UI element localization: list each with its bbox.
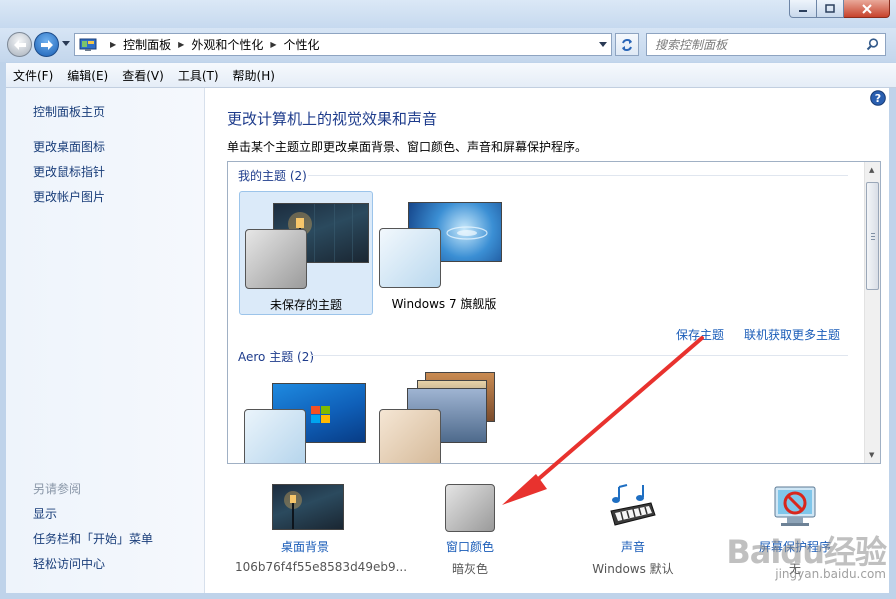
desktop-background-value: 106b76f4f55e8583d49eb9...: [235, 560, 408, 574]
main-content: ? 更改计算机上的视觉效果和声音 单击某个主题立即更改桌面背景、窗口颜色、声音和…: [205, 88, 889, 593]
recent-pages-dropdown-icon[interactable]: [62, 41, 70, 47]
see-also-heading: 另请参阅: [33, 482, 82, 496]
screen-saver-value: 无: [788, 562, 801, 576]
get-more-themes-link[interactable]: 联机获取更多主题: [744, 326, 840, 343]
window-color-label[interactable]: 窗口颜色: [410, 538, 530, 555]
desktop-background-label[interactable]: 桌面背景: [245, 538, 365, 555]
help-icon[interactable]: ?: [870, 90, 886, 106]
screen-saver-label[interactable]: 屏幕保护程序: [735, 538, 855, 555]
title-bar: [0, 0, 896, 28]
theme-list-scrollbar[interactable]: ▲ ▼: [864, 162, 880, 463]
maximize-icon: [825, 4, 835, 13]
window-color-swatch: [244, 409, 306, 463]
window-color-value: 暗灰色: [451, 562, 488, 576]
see-also-taskbar[interactable]: 任务栏和「开始」菜单: [33, 530, 153, 547]
forward-arrow-icon: [40, 39, 53, 50]
breadcrumb-separator-icon[interactable]: ▶: [178, 40, 184, 49]
refresh-icon: [622, 38, 632, 51]
page-title: 更改计算机上的视觉效果和声音: [227, 110, 438, 128]
menu-help[interactable]: 帮助(H): [226, 67, 282, 84]
maximize-button[interactable]: [817, 0, 844, 18]
menu-edit[interactable]: 编辑(E): [60, 67, 115, 84]
theme-list: 我的主题 (2) 未保存的主题 Windows 7 旗舰版 保存主题 联机获取更…: [227, 161, 881, 464]
window-color-swatch: [245, 229, 307, 289]
group-divider: [308, 175, 848, 176]
theme-unsaved[interactable]: 未保存的主题: [239, 191, 373, 315]
svg-text:?: ?: [875, 92, 881, 105]
scroll-down-arrow-icon[interactable]: ▼: [869, 451, 874, 459]
sidebar-link-desktop-icons[interactable]: 更改桌面图标: [33, 138, 105, 155]
navigation-bar: ▶ 控制面板 ▶ 外观和个性化 ▶ 个性化: [0, 28, 896, 62]
scroll-thumb[interactable]: [866, 182, 879, 290]
theme-aero-windows7[interactable]: [239, 372, 373, 463]
theme-label: 未保存的主题: [269, 298, 342, 312]
search-box[interactable]: [646, 33, 886, 56]
close-button[interactable]: [844, 0, 890, 18]
window-color-icon: [445, 484, 495, 532]
screen-saver-icon: [774, 486, 816, 526]
window-color-swatch: [379, 228, 441, 288]
breadcrumb-separator-icon[interactable]: ▶: [270, 40, 276, 49]
sidebar-link-mouse-pointers[interactable]: 更改鼠标指针: [33, 163, 105, 180]
address-bar[interactable]: ▶ 控制面板 ▶ 外观和个性化 ▶ 个性化: [74, 33, 612, 56]
sounds-icon: [610, 484, 656, 526]
sidebar-link-account-picture[interactable]: 更改帐户图片: [33, 188, 105, 205]
sounds-value: Windows 默认: [592, 562, 674, 576]
breadcrumb-separator-icon[interactable]: ▶: [110, 40, 116, 49]
menu-view[interactable]: 查看(V): [115, 67, 171, 84]
desktop-background-icon: [272, 484, 344, 530]
breadcrumb-appearance[interactable]: 外观和个性化: [191, 36, 263, 53]
search-input[interactable]: [653, 36, 866, 53]
menu-bar: 文件(F) 编辑(E) 查看(V) 工具(T) 帮助(H): [6, 63, 896, 88]
theme-aero-slideshow[interactable]: [377, 372, 511, 463]
breadcrumb-control-panel[interactable]: 控制面板: [123, 36, 171, 53]
back-button[interactable]: [7, 32, 32, 57]
group-divider: [310, 355, 848, 356]
window-color-swatch: [379, 409, 441, 463]
forward-button[interactable]: [34, 32, 59, 57]
refresh-button[interactable]: [615, 33, 639, 56]
save-theme-link[interactable]: 保存主题: [676, 326, 724, 343]
menu-tools[interactable]: 工具(T): [171, 67, 226, 84]
minimize-button[interactable]: [789, 0, 817, 18]
aero-themes-header: Aero 主题 (2): [238, 350, 315, 364]
sounds-label[interactable]: 声音: [573, 538, 693, 555]
page-description: 单击某个主题立即更改桌面背景、窗口颜色、声音和屏幕保护程序。: [227, 140, 588, 154]
control-panel-icon: [79, 38, 97, 51]
scroll-up-arrow-icon[interactable]: ▲: [869, 166, 874, 174]
my-themes-header: 我的主题 (2): [238, 169, 307, 183]
close-icon: [861, 3, 872, 14]
menu-file[interactable]: 文件(F): [6, 67, 60, 84]
sidebar: 控制面板主页 更改桌面图标 更改鼠标指针 更改帐户图片 另请参阅 显示 任务栏和…: [6, 88, 205, 593]
theme-windows7-ultimate[interactable]: Windows 7 旗舰版: [377, 191, 511, 315]
window-controls: [789, 0, 890, 18]
back-arrow-icon: [13, 39, 26, 50]
search-icon[interactable]: [866, 38, 879, 51]
theme-label: Windows 7 旗舰版: [391, 297, 497, 311]
minimize-icon: [799, 9, 807, 12]
see-also-ease-of-access[interactable]: 轻松访问中心: [33, 555, 105, 572]
sidebar-home-link[interactable]: 控制面板主页: [33, 103, 105, 120]
breadcrumb-personalization[interactable]: 个性化: [284, 36, 320, 53]
address-history-dropdown-icon[interactable]: [599, 42, 607, 48]
see-also-display[interactable]: 显示: [33, 505, 57, 522]
